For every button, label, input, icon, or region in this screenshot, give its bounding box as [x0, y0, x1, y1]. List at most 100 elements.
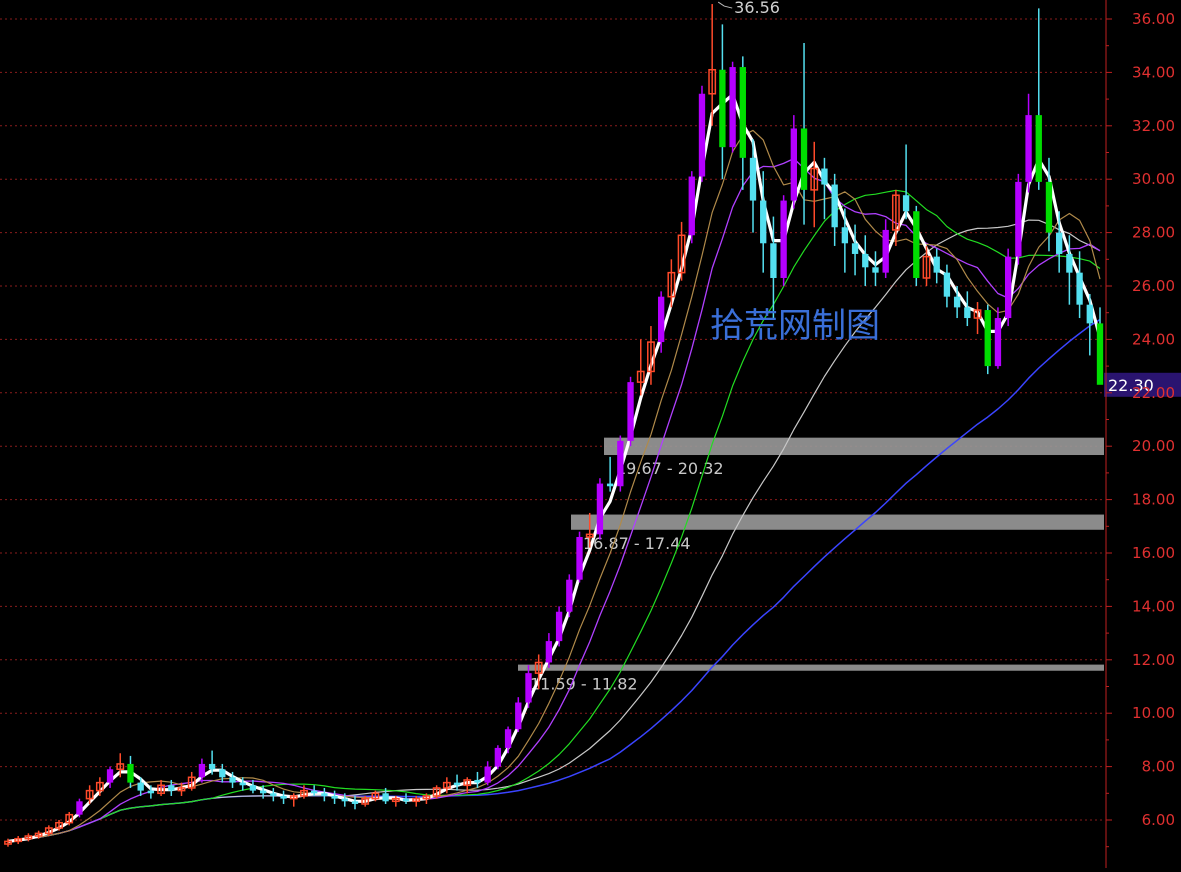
candle: [270, 787, 277, 802]
candle: [76, 798, 83, 818]
candle: [902, 144, 910, 220]
candle: [1035, 8, 1042, 190]
candle: [596, 478, 604, 540]
candle-body: [1066, 253, 1073, 273]
ma-line: [7, 129, 1101, 842]
candle: [606, 456, 614, 492]
candle-body: [760, 200, 767, 244]
candle-body: [545, 641, 553, 663]
candle-body: [749, 157, 757, 201]
candle-body: [127, 763, 134, 783]
candle-body: [606, 483, 614, 487]
candle: [1015, 173, 1022, 265]
candle-body: [270, 793, 277, 796]
axis-tick-label: 30.00: [1132, 170, 1175, 188]
candle-body: [596, 483, 604, 535]
candle: [841, 208, 849, 273]
candle: [984, 304, 991, 375]
candle-body: [229, 777, 236, 783]
ma-line: [7, 219, 1101, 842]
annotations: 36.5622.30拾荒网制图: [710, 0, 1181, 397]
candle-body: [555, 611, 563, 642]
axis-tick-label: 10.00: [1132, 704, 1175, 722]
candle: [289, 793, 298, 807]
candle-body: [1076, 272, 1083, 305]
candle-body: [913, 211, 920, 278]
candlesticks: [4, 4, 1104, 847]
candle: [739, 56, 746, 190]
candle-body: [902, 195, 910, 212]
axis-tick-label: 22.00: [1132, 384, 1175, 402]
candle: [453, 774, 461, 791]
candle: [790, 115, 797, 209]
candle-body: [964, 307, 971, 319]
candle: [525, 665, 532, 708]
candle-body: [474, 779, 481, 783]
candle-body: [402, 798, 410, 802]
candle-body: [484, 766, 491, 783]
axis-tick-label: 16.00: [1132, 544, 1175, 562]
candle-body: [841, 227, 849, 244]
watermark-text: 拾荒网制图: [710, 306, 880, 346]
candle-body: [249, 785, 257, 791]
candle-body: [576, 536, 583, 580]
candle: [994, 307, 1002, 369]
candle-body: [1015, 181, 1022, 257]
grid-lines: [0, 18, 1104, 821]
high-marker-pointer: [717, 1, 733, 9]
candle: [1025, 93, 1032, 193]
candle: [872, 251, 879, 286]
price-zone-band: [518, 664, 1104, 671]
candle: [1056, 211, 1063, 273]
candle-body: [311, 790, 318, 794]
candle-body: [831, 184, 838, 228]
candle: [780, 195, 787, 286]
candle-body: [331, 795, 338, 799]
candle: [943, 264, 951, 308]
candle: [1004, 248, 1012, 327]
candle-body: [168, 785, 175, 791]
price-zone-band: [571, 514, 1104, 530]
candle-body: [321, 793, 328, 796]
candle: [494, 745, 502, 770]
candle: [973, 302, 982, 335]
axis-tick-label: 8.00: [1142, 758, 1175, 776]
candle-body: [198, 763, 206, 778]
candle: [913, 205, 920, 286]
ma-line: [7, 93, 1102, 843]
candle: [566, 574, 573, 618]
high-marker-label: 36.56: [734, 0, 780, 17]
candle-body: [719, 69, 726, 148]
candle-body: [933, 256, 940, 273]
candle-body: [1086, 304, 1093, 324]
candle-body: [729, 67, 736, 148]
candle-body: [770, 243, 777, 278]
candle-body: [382, 793, 389, 802]
candle-body: [627, 382, 634, 441]
candle: [617, 435, 624, 492]
candle: [821, 157, 828, 220]
candle: [627, 376, 634, 447]
candle-body: [1004, 256, 1012, 319]
candle: [474, 771, 481, 788]
candle: [555, 606, 563, 647]
candle-body: [851, 243, 859, 254]
candle-body: [351, 801, 359, 804]
candle: [729, 61, 736, 153]
candle-body: [984, 310, 991, 367]
candle: [862, 235, 869, 286]
candle: [810, 141, 819, 228]
candle-body: [800, 128, 808, 190]
axis-tick-label: 24.00: [1132, 330, 1175, 348]
candle: [800, 43, 808, 225]
candle-body: [239, 782, 246, 786]
axis-tick-label: 14.00: [1132, 597, 1175, 615]
axis-tick-label: 12.00: [1132, 651, 1175, 669]
candle-body: [994, 318, 1002, 367]
price-zone-band: [604, 437, 1104, 456]
ma-line: [7, 318, 1101, 843]
candle-body: [1056, 232, 1063, 254]
candle-body: [219, 769, 226, 778]
candle: [331, 790, 338, 804]
candle-body: [1096, 323, 1104, 385]
